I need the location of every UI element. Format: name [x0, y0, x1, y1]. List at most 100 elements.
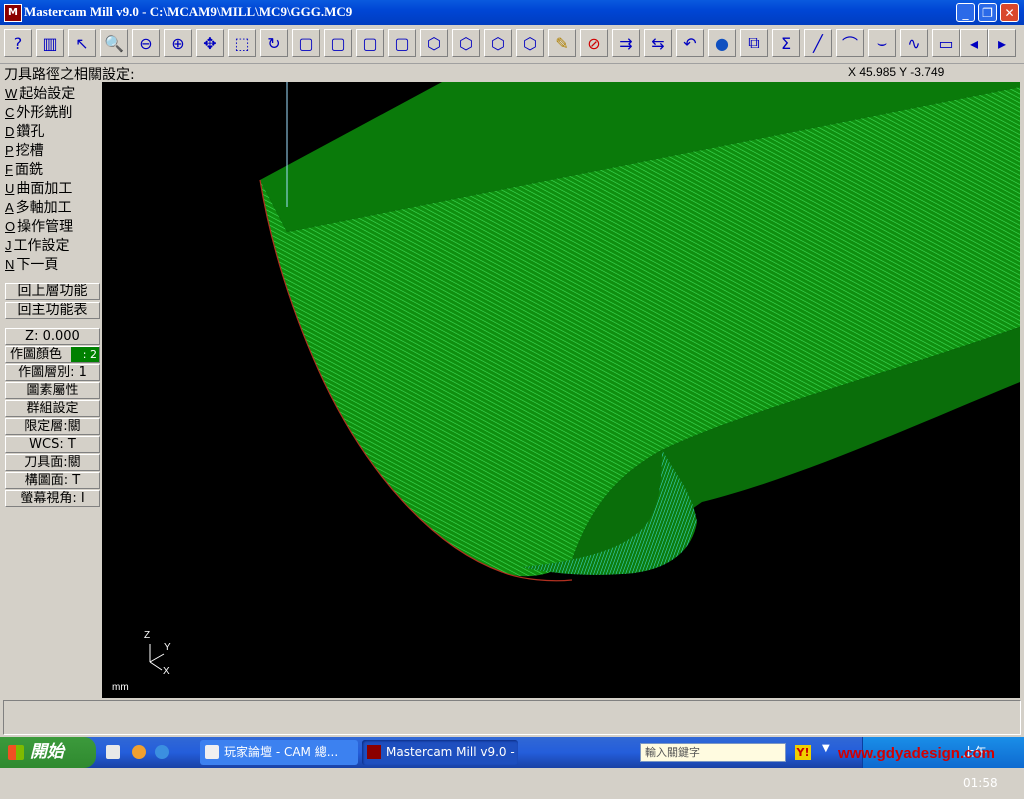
quicklaunch-browser-icon[interactable] — [155, 745, 169, 759]
mask-button[interactable]: 限定層:關 — [5, 418, 100, 435]
axis-triad — [149, 644, 165, 671]
pan-icon[interactable]: ✥ — [196, 29, 224, 57]
top-view-icon[interactable]: ▢ — [292, 29, 320, 57]
menu-hotkey: D — [5, 124, 15, 139]
menu-item-drill[interactable]: D 鑽孔 — [5, 121, 44, 141]
iso-view-icon[interactable]: ▢ — [388, 29, 416, 57]
z-depth-button[interactable]: Z: 0.000 — [5, 328, 100, 345]
menu-item-operations[interactable]: O 操作管理 — [5, 216, 73, 236]
menu-item-face[interactable]: F 面銑 — [5, 159, 43, 179]
menu-hotkey: C — [5, 105, 15, 120]
close-button[interactable]: ✕ — [1000, 3, 1019, 22]
main-menu-button[interactable]: 回主功能表 — [5, 302, 100, 319]
menu-item-multiaxis[interactable]: A 多軸加工 — [5, 197, 72, 217]
sphere-icon[interactable]: ● — [708, 29, 736, 57]
cube-b-icon[interactable]: ⬡ — [484, 29, 512, 57]
menu-item-label: 下一頁 — [16, 257, 59, 273]
menu-item-contour[interactable]: C 外形銑削 — [5, 102, 72, 122]
search-input[interactable]: 輸入關鍵字 — [640, 743, 786, 762]
group-icon[interactable]: ⧉ — [740, 29, 768, 57]
title-bar: M Mastercam Mill v9.0 - C:\MCAM9\MILL\MC… — [0, 0, 1024, 25]
pencil-icon[interactable]: ✎ — [548, 29, 576, 57]
color-label: 作圖顏色 — [10, 347, 63, 362]
mirror-icon[interactable]: ⇆ — [644, 29, 672, 57]
select-icon[interactable]: ⬚ — [228, 29, 256, 57]
menu-hotkey: N — [5, 257, 15, 272]
menu-hotkey: O — [5, 219, 16, 234]
app-icon[interactable]: M — [4, 4, 22, 22]
menu-hotkey: P — [5, 143, 14, 158]
spline-icon[interactable]: ∿ — [900, 29, 928, 57]
rectangle-icon[interactable]: ▭ — [932, 29, 960, 57]
main-menu-panel: W 起始設定 C 外形銑削 D 鑽孔 P 挖槽 F 面銑 U 曲面加工 A 多軸加工 O 操作管… — [0, 82, 102, 698]
menu-item-job-setup[interactable]: J 工作設定 — [5, 235, 70, 255]
front-view-icon[interactable]: ▢ — [324, 29, 352, 57]
cursor-coordinates: X 45.985 Y -3.749 — [848, 65, 945, 79]
menu-item-label: 曲面加工 — [16, 181, 73, 197]
prompt-text: 刀具路徑之相關設定: — [4, 67, 135, 83]
menu-item-surface[interactable]: U 曲面加工 — [5, 178, 72, 198]
undo-icon[interactable]: ↶ — [676, 29, 704, 57]
quicklaunch-desktop-icon[interactable] — [106, 745, 120, 759]
menu-hotkey: A — [5, 200, 14, 215]
graphics-viewport[interactable]: Z Y X mm — [102, 82, 1020, 698]
next-icon[interactable]: ▸ — [988, 29, 1016, 57]
windows-logo-icon — [8, 745, 24, 760]
menu-item-next-page[interactable]: N 下一頁 — [5, 254, 58, 274]
calculator-icon[interactable]: ▥ — [36, 29, 64, 57]
fillet-icon[interactable]: ⌣ — [868, 29, 896, 57]
help-icon[interactable]: ? — [4, 29, 32, 57]
groups-button[interactable]: 群組設定 — [5, 400, 100, 417]
yahoo-search-icon[interactable]: Y! — [795, 745, 811, 760]
model-canvas — [149, 82, 1020, 671]
window-title: Mastercam Mill v9.0 - C:\MCAM9\MILL\MC9\… — [24, 4, 353, 19]
view-rotate-icon[interactable]: ↻ — [260, 29, 288, 57]
level-button[interactable]: 作圖層別: 1 — [5, 364, 100, 381]
unit-label: mm — [112, 682, 129, 693]
color-button[interactable]: 作圖顏色: 2 — [5, 346, 100, 363]
task-mastercam[interactable]: Mastercam Mill v9.0 - ... — [362, 740, 518, 765]
delete-icon[interactable]: ⊘ — [580, 29, 608, 57]
graphics-view-button[interactable]: 螢幕視角: I — [5, 490, 100, 507]
tool-plane-button[interactable]: 刀具面:關 — [5, 454, 100, 471]
menu-item-label: 工作設定 — [13, 238, 70, 254]
start-label: 開始 — [30, 742, 64, 762]
wcs-button[interactable]: WCS: T — [5, 436, 100, 453]
construction-plane-button[interactable]: 構圖面: T — [5, 472, 100, 489]
side-view-icon[interactable]: ▢ — [356, 29, 384, 57]
axis-z-label: Z — [144, 630, 151, 641]
cube-a-icon[interactable]: ⬡ — [452, 29, 480, 57]
zoom-window-icon[interactable]: 🔍 — [100, 29, 128, 57]
task-label: 玩家論壇 - CAM 總... — [224, 745, 339, 759]
arc-icon[interactable]: ⌒ — [836, 29, 864, 57]
menu-hotkey: U — [5, 181, 15, 196]
watermark: www.gdyadesign.com — [838, 745, 995, 762]
start-button[interactable]: 開始 — [0, 737, 96, 768]
translate-icon[interactable]: ⇉ — [612, 29, 640, 57]
menu-item-label: 多軸加工 — [15, 200, 72, 216]
axis-y-label: Y — [164, 642, 171, 653]
minimize-button[interactable]: _ — [956, 3, 975, 22]
restore-button[interactable]: ❐ — [978, 3, 997, 22]
back-up-button[interactable]: 回上層功能 — [5, 283, 100, 300]
menu-hotkey: J — [5, 238, 12, 253]
zoom-out-icon[interactable]: ⊖ — [132, 29, 160, 57]
menu-item-label: 起始設定 — [19, 86, 76, 102]
prev-icon[interactable]: ◂ — [960, 29, 988, 57]
browser-icon — [205, 745, 219, 759]
menu-item-pocket[interactable]: P 挖槽 — [5, 140, 44, 160]
task-forum-browser[interactable]: 玩家論壇 - CAM 總... — [200, 740, 358, 765]
attributes-button[interactable]: 圖素屬性 — [5, 382, 100, 399]
cube-c-icon[interactable]: ⬡ — [516, 29, 544, 57]
menu-item-start-settings[interactable]: W 起始設定 — [5, 83, 75, 103]
analyze-icon[interactable]: ↖ — [68, 29, 96, 57]
dropdown-arrow-icon[interactable]: ▼ — [822, 743, 830, 754]
menu-item-label: 外形銑削 — [16, 105, 73, 121]
menu-hotkey: F — [5, 162, 13, 177]
line-icon[interactable]: ╱ — [804, 29, 832, 57]
zoom-scale-icon[interactable]: ⊕ — [164, 29, 192, 57]
quicklaunch-media-icon[interactable] — [132, 745, 146, 759]
sum-icon[interactable]: Σ — [772, 29, 800, 57]
menu-item-label: 鑽孔 — [16, 124, 45, 140]
shaded-cube-icon[interactable]: ⬡ — [420, 29, 448, 57]
